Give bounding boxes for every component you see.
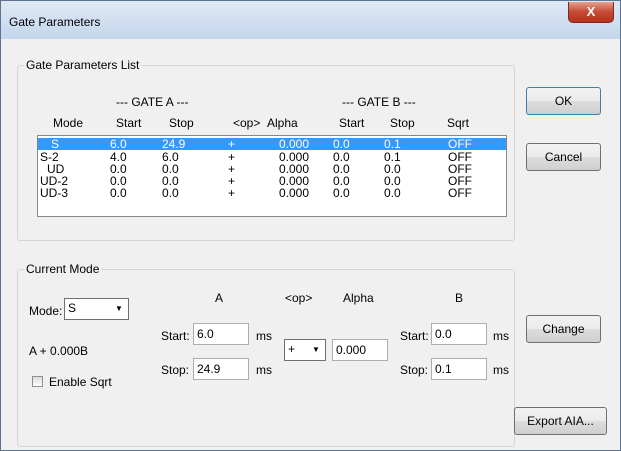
change-button[interactable]: Change bbox=[526, 315, 601, 343]
col-header-a-start: Start bbox=[116, 116, 142, 130]
row-op: + bbox=[228, 186, 236, 200]
row-alpha: 0.000 bbox=[279, 137, 310, 151]
op-select-value: + bbox=[288, 342, 296, 356]
row-b-start: 0.0 bbox=[333, 137, 350, 151]
col-alpha-header: Alpha bbox=[343, 291, 374, 305]
row-a-stop: 0.0 bbox=[162, 186, 179, 200]
enable-sqrt-checkbox[interactable] bbox=[32, 376, 43, 387]
a-stop-input[interactable]: 24.9 bbox=[193, 358, 249, 380]
b-stop-unit: ms bbox=[493, 363, 509, 377]
close-button[interactable]: X bbox=[568, 2, 614, 23]
col-header-sqrt: Sqrt bbox=[447, 116, 470, 130]
col-header-b-start: Start bbox=[339, 116, 365, 130]
row-a-start: 6.0 bbox=[110, 137, 127, 151]
a-start-label: Start: bbox=[161, 329, 190, 343]
row-sqrt: OFF bbox=[448, 186, 472, 200]
op-select[interactable]: + ▼ bbox=[284, 339, 326, 361]
gate-b-header: --- GATE B --- bbox=[342, 95, 416, 109]
mode-label: Mode: bbox=[29, 304, 63, 318]
a-start-unit: ms bbox=[256, 329, 272, 343]
a-stop-label: Stop: bbox=[161, 363, 190, 377]
gate-a-header: --- GATE A --- bbox=[116, 95, 189, 109]
title-bar[interactable]: Gate Parameters X bbox=[1, 1, 620, 39]
row-op: + bbox=[228, 137, 236, 151]
row-a-start: 0.0 bbox=[110, 186, 127, 200]
list-row[interactable]: UD-3 0.0 0.0 + 0.000 0.0 0.0 OFF bbox=[38, 187, 506, 199]
col-header-a-stop: Stop bbox=[169, 116, 194, 130]
list-row[interactable]: S 6.0 24.9 + 0.000 0.0 0.1 OFF bbox=[38, 138, 506, 150]
b-start-label: Start: bbox=[400, 329, 429, 343]
chevron-down-icon: ▼ bbox=[115, 304, 123, 313]
window-title: Gate Parameters bbox=[9, 15, 101, 29]
list-row[interactable]: UD-2 0.0 0.0 + 0.000 0.0 0.0 OFF bbox=[38, 175, 506, 187]
a-stop-unit: ms bbox=[256, 363, 272, 377]
enable-sqrt-label: Enable Sqrt bbox=[49, 375, 112, 389]
chevron-down-icon: ▼ bbox=[312, 345, 320, 354]
a-start-input[interactable]: 6.0 bbox=[193, 323, 249, 345]
col-header-op: <op> bbox=[233, 116, 261, 130]
mode-select-value: S bbox=[68, 301, 77, 315]
list-row[interactable]: S-2 4.0 6.0 + 0.000 0.0 0.1 OFF bbox=[38, 151, 506, 163]
row-sqrt: OFF bbox=[448, 137, 472, 151]
gate-parameters-listbox[interactable]: S 6.0 24.9 + 0.000 0.0 0.1 OFF S-2 4.0 6… bbox=[37, 135, 507, 217]
ok-button[interactable]: OK bbox=[526, 87, 601, 115]
formula-text: A + 0.000B bbox=[29, 344, 89, 358]
b-start-input[interactable]: 0.0 bbox=[431, 323, 487, 345]
b-start-unit: ms bbox=[493, 329, 509, 343]
list-legend: Gate Parameters List bbox=[24, 58, 142, 72]
row-mode: S bbox=[51, 137, 60, 151]
col-op-header: <op> bbox=[285, 291, 313, 305]
col-b-header: B bbox=[455, 291, 464, 305]
b-stop-label: Stop: bbox=[400, 363, 429, 377]
col-a-header: A bbox=[215, 291, 224, 305]
current-mode-legend: Current Mode bbox=[24, 262, 102, 276]
col-header-alpha: Alpha bbox=[267, 116, 298, 130]
cancel-button[interactable]: Cancel bbox=[526, 143, 601, 171]
gate-parameters-dialog: Gate Parameters X Gate Parameters List -… bbox=[0, 0, 621, 451]
row-b-start: 0.0 bbox=[333, 186, 350, 200]
dialog-client: Gate Parameters List --- GATE A --- --- … bbox=[9, 39, 613, 447]
close-icon: X bbox=[586, 4, 596, 19]
row-alpha: 0.000 bbox=[279, 186, 310, 200]
row-a-stop: 24.9 bbox=[162, 137, 186, 151]
alpha-input[interactable]: 0.000 bbox=[332, 339, 388, 361]
b-stop-input[interactable]: 0.1 bbox=[431, 358, 487, 380]
mode-select[interactable]: S ▼ bbox=[64, 298, 129, 320]
row-b-stop: 0.0 bbox=[384, 186, 401, 200]
col-header-mode: Mode bbox=[53, 116, 84, 130]
export-aia-button[interactable]: Export AIA... bbox=[514, 407, 607, 435]
row-mode: UD-3 bbox=[40, 186, 69, 200]
col-header-b-stop: Stop bbox=[390, 116, 415, 130]
row-b-stop: 0.1 bbox=[384, 137, 401, 151]
list-row[interactable]: UD 0.0 0.0 + 0.000 0.0 0.0 OFF bbox=[38, 163, 506, 175]
